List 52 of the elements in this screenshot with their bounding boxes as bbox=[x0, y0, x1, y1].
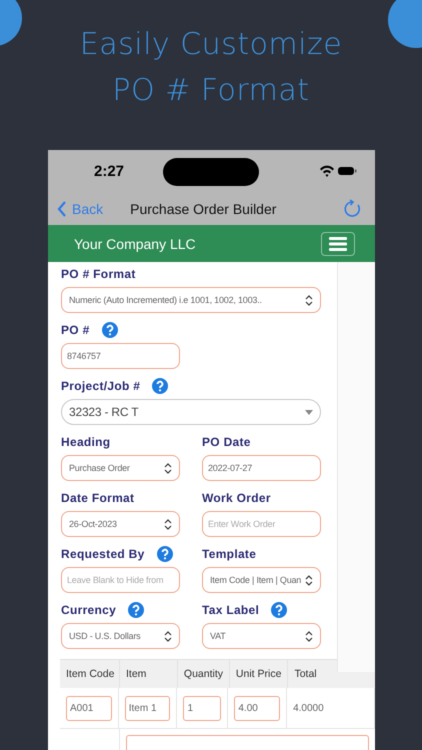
field-label: Date Format bbox=[61, 490, 134, 504]
field-label: Requested By bbox=[61, 546, 145, 560]
headline: Easily Customize bbox=[80, 26, 342, 64]
help-icon[interactable] bbox=[102, 322, 118, 338]
nav-title: Purchase Order Builder bbox=[130, 200, 276, 216]
input-field[interactable]: Leave Blank to Hide from bbox=[61, 567, 180, 593]
column-header: Item bbox=[120, 660, 178, 688]
field-label: Tax Label bbox=[202, 602, 260, 616]
updown-icon bbox=[164, 518, 172, 530]
select-field[interactable]: VAT bbox=[202, 623, 321, 649]
help-icon[interactable] bbox=[128, 602, 144, 618]
field-label: Project/Job # bbox=[61, 378, 140, 392]
input-field[interactable]: Enter Work Order bbox=[202, 511, 321, 537]
help-icon[interactable] bbox=[156, 546, 173, 562]
cell-input[interactable]: 1 bbox=[183, 696, 222, 720]
column-header: Item Code bbox=[60, 660, 120, 688]
help-icon[interactable] bbox=[271, 602, 288, 618]
select-field[interactable]: Item Code | Item | Quan bbox=[202, 567, 321, 593]
field-label: Template bbox=[202, 546, 256, 560]
updown-icon bbox=[305, 294, 313, 306]
updown-icon bbox=[164, 630, 172, 642]
cell-input[interactable]: A001 bbox=[66, 696, 112, 720]
chevron-left-icon bbox=[57, 200, 67, 216]
headline: PO # Format bbox=[112, 72, 310, 110]
updown-icon bbox=[305, 630, 313, 642]
field-label: Heading bbox=[61, 434, 110, 448]
select-field[interactable]: Numeric (Auto Incremented) i.e 1001, 1002, 1003.. bbox=[61, 287, 321, 313]
input-field[interactable]: 2022-07-27 bbox=[202, 455, 321, 481]
column-header: Unit Price bbox=[230, 660, 288, 688]
field-label: PO # Format bbox=[61, 266, 136, 280]
field-label: Work Order bbox=[202, 490, 271, 504]
combo-field[interactable]: 32323 - RC T bbox=[61, 399, 321, 425]
select-field[interactable]: 26-Oct-2023 bbox=[61, 511, 180, 537]
caret-icon bbox=[305, 410, 313, 414]
table-cell: 4.0000 bbox=[293, 702, 324, 714]
input-field[interactable]: 8746757 bbox=[61, 343, 180, 369]
help-icon[interactable] bbox=[152, 378, 168, 394]
field-label: Currency bbox=[61, 602, 116, 616]
updown-icon bbox=[164, 462, 172, 474]
menu-icon bbox=[329, 236, 347, 250]
column-header: Quantity bbox=[178, 660, 230, 688]
field-label: PO # bbox=[61, 322, 90, 336]
cell-input[interactable]: 4.00 bbox=[234, 696, 280, 720]
field-label: PO Date bbox=[202, 434, 251, 448]
cell-input[interactable]: Item 1 bbox=[124, 696, 170, 720]
column-header: Total bbox=[293, 667, 318, 682]
select-field[interactable]: USD - U.S. Dollars bbox=[61, 623, 180, 649]
menu-button[interactable] bbox=[321, 232, 355, 256]
company-name: Your Company LLC bbox=[74, 236, 196, 252]
status-time: 2:27 bbox=[94, 162, 124, 180]
updown-icon bbox=[305, 574, 313, 586]
select-field[interactable]: Purchase Order bbox=[61, 455, 180, 481]
